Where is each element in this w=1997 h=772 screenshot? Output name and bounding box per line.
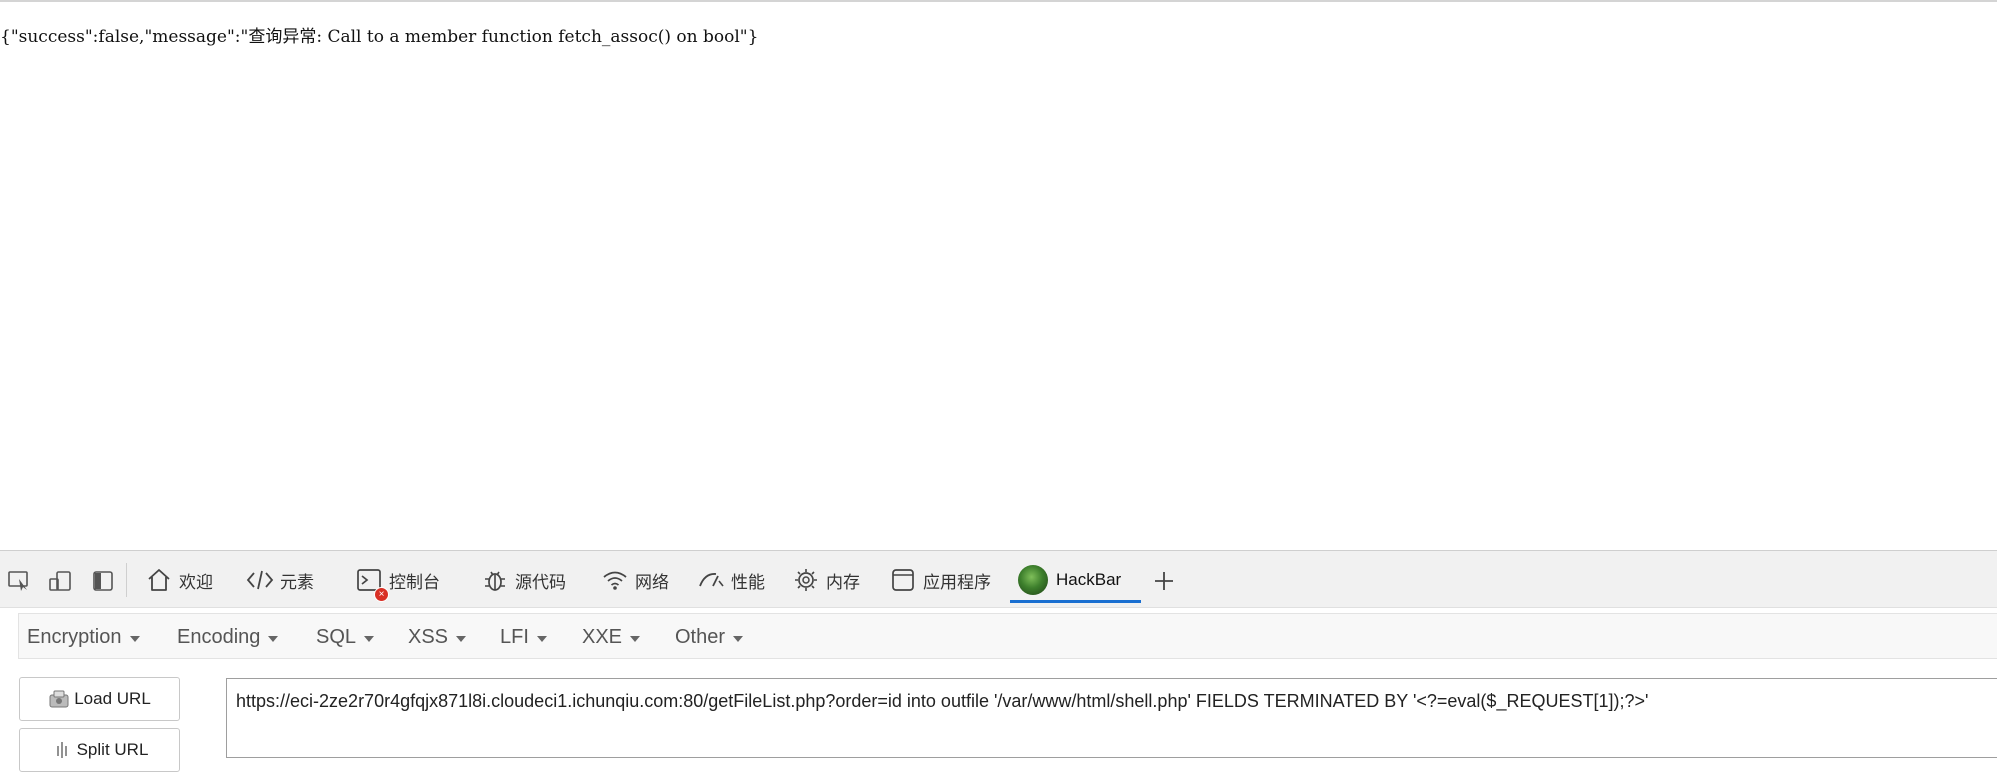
home-icon	[145, 566, 173, 594]
tab-console[interactable]: 控制台	[355, 561, 440, 599]
tab-sources[interactable]: 源代码	[481, 561, 566, 599]
caret-down-icon	[733, 635, 744, 642]
caret-down-icon	[456, 635, 467, 642]
memory-chip-icon	[792, 566, 820, 594]
console-error-badge: ×	[374, 587, 389, 602]
page-content: {"success":false,"message":"查询异常: Call t…	[0, 2, 1997, 550]
menu-xxe[interactable]: XXE	[582, 624, 641, 650]
menu-lfi[interactable]: LFI	[500, 624, 547, 650]
application-icon	[889, 566, 917, 594]
caret-down-icon	[630, 635, 641, 642]
tab-hackbar[interactable]: HackBar	[1018, 561, 1121, 599]
caret-down-icon	[129, 635, 140, 642]
dock-side-icon[interactable]	[90, 569, 116, 593]
add-tab-icon[interactable]	[1151, 569, 1177, 593]
json-response: {"success":false,"message":"查询异常: Call t…	[0, 27, 759, 47]
tab-application[interactable]: 应用程序	[889, 561, 991, 599]
url-input[interactable]: https://eci-2ze2r70r4gfqjx871l8i.cloudec…	[226, 678, 1997, 758]
load-url-button[interactable]: Load URL	[19, 677, 180, 721]
tab-memory[interactable]: 内存	[792, 561, 860, 599]
active-tab-indicator	[1010, 600, 1141, 603]
split-url-button[interactable]: Split URL	[19, 728, 180, 772]
menu-other[interactable]: Other	[675, 624, 744, 650]
menu-sql[interactable]: SQL	[316, 624, 375, 650]
tab-performance[interactable]: 性能	[697, 561, 765, 599]
inspect-element-icon[interactable]	[6, 569, 32, 593]
split-url-icon	[51, 740, 73, 760]
code-icon	[246, 566, 274, 594]
load-url-icon	[48, 689, 70, 709]
performance-icon	[697, 566, 725, 594]
tab-welcome[interactable]: 欢迎	[145, 561, 213, 599]
hackbar-menubar: Encryption Encoding SQL XSS LFI XXE Othe…	[18, 613, 1997, 659]
menu-encryption[interactable]: Encryption	[27, 624, 140, 650]
tab-elements[interactable]: 元素	[246, 561, 314, 599]
bug-icon	[481, 566, 509, 594]
toolbar-separator	[126, 563, 127, 597]
menu-xss[interactable]: XSS	[408, 624, 467, 650]
devtools-panel: 欢迎 元素 控制台 × 源代码 网络 性能 内存 应用程序 HackBar En…	[0, 551, 1997, 772]
device-emulation-icon[interactable]	[47, 569, 73, 593]
wifi-icon	[601, 566, 629, 594]
caret-down-icon	[364, 635, 375, 642]
menu-encoding[interactable]: Encoding	[177, 624, 279, 650]
caret-down-icon	[536, 635, 547, 642]
caret-down-icon	[268, 635, 279, 642]
devtools-tabbar: 欢迎 元素 控制台 × 源代码 网络 性能 内存 应用程序 HackBar	[0, 551, 1997, 608]
hackbar-logo-icon	[1018, 565, 1048, 595]
tab-network[interactable]: 网络	[601, 561, 669, 599]
